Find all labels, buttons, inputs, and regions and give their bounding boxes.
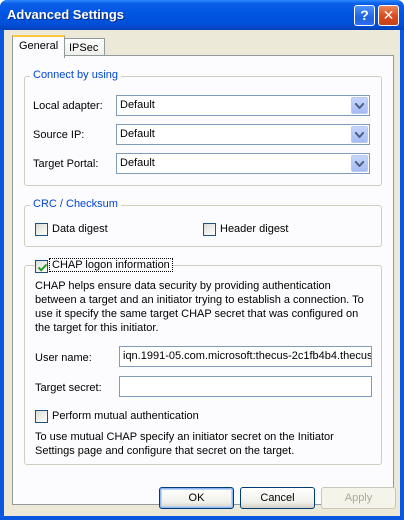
source-ip-label: Source IP: [33,129,85,141]
title-bar[interactable]: Advanced Settings ? ✕ [0,0,404,30]
target-secret-label: Target secret: [35,382,102,394]
tab-general[interactable]: General [12,35,66,58]
crc-checksum-group: CRC / Checksum Data digest Header digest [24,198,382,247]
user-name-label: User name: [35,352,92,364]
checkmark-icon [37,263,48,272]
general-tab-panel: Connect by using Local adapter: Default … [12,55,394,505]
data-digest-checkbox[interactable] [35,223,48,236]
cancel-button[interactable]: Cancel [240,487,315,509]
header-digest-label[interactable]: Header digest [220,223,289,235]
advanced-settings-window: Advanced Settings ? ✕ General IPSec Conn… [0,0,404,520]
target-secret-input[interactable] [119,376,372,397]
target-portal-value: Default [120,157,155,169]
source-ip-value: Default [120,128,155,140]
tab-ipsec-label: IPSec [69,42,99,54]
connect-by-using-group: Connect by using Local adapter: Default … [24,69,382,186]
crc-group-title: CRC / Checksum [30,198,121,210]
header-digest-checkbox[interactable] [203,223,216,236]
target-portal-label: Target Portal: [33,158,99,170]
chap-description: CHAP helps ensure data security by provi… [35,280,364,334]
mutual-auth-checkbox[interactable] [35,410,48,423]
data-digest-label[interactable]: Data digest [52,223,108,235]
chap-logon-label[interactable]: CHAP logon information [49,258,173,272]
apply-button[interactable]: Apply [321,487,396,509]
chevron-down-icon[interactable] [351,126,368,143]
user-name-input[interactable]: iqn.1991-05.com.microsoft:thecus-2c1fb4b… [119,346,372,367]
target-portal-select[interactable]: Default [116,153,370,174]
source-ip-select[interactable]: Default [116,124,370,145]
chap-group: CHAP logon information CHAP helps ensure… [24,258,382,465]
dialog-client: General IPSec Connect by using Local ada… [4,30,400,516]
window-title: Advanced Settings [7,7,125,22]
local-adapter-value: Default [120,99,155,111]
connect-group-title: Connect by using [30,69,121,81]
mutual-auth-label[interactable]: Perform mutual authentication [52,410,199,422]
help-button[interactable]: ? [354,5,375,26]
chevron-down-icon[interactable] [351,97,368,114]
ok-button[interactable]: OK [159,487,234,509]
close-button[interactable]: ✕ [378,5,399,26]
help-icon: ? [360,7,369,23]
chap-logon-checkbox[interactable] [35,260,48,273]
chevron-down-icon[interactable] [351,155,368,172]
tab-general-label: General [19,40,59,52]
local-adapter-select[interactable]: Default [116,95,370,116]
mutual-chap-note: To use mutual CHAP specify an initiator … [35,431,334,457]
close-icon: ✕ [382,7,395,23]
local-adapter-label: Local adapter: [33,100,103,112]
